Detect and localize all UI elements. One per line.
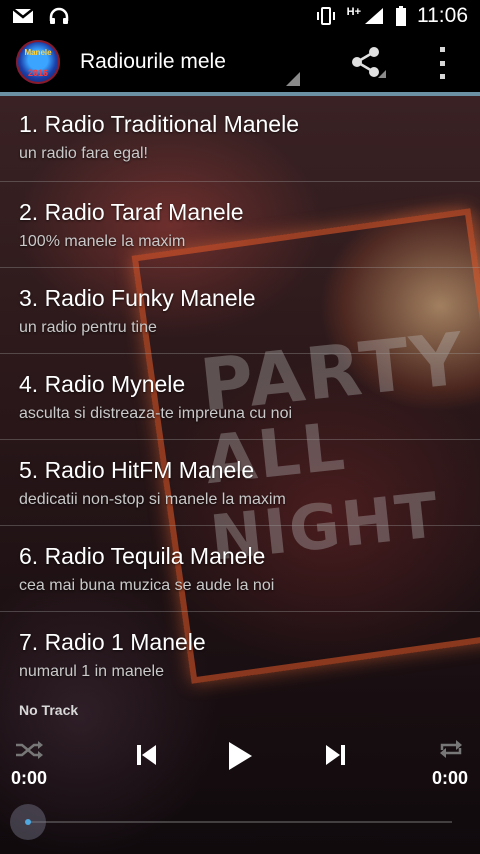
battery-icon (396, 6, 406, 26)
station-description: cea mai buna muzica se aude la noi (19, 577, 275, 594)
headset-icon (49, 7, 69, 24)
station-item[interactable]: 4. Radio Mynele asculta si distreaza-te … (0, 354, 480, 440)
station-item[interactable]: 2. Radio Taraf Manele 100% manele la max… (0, 182, 480, 268)
station-list: 1. Radio Traditional Manele un radio far… (0, 96, 480, 698)
station-name: 7. Radio 1 Manele (19, 629, 206, 655)
station-item[interactable]: 3. Radio Funky Manele un radio pentru ti… (0, 268, 480, 354)
shuffle-icon[interactable] (14, 740, 44, 760)
station-description: dedicatii non-stop si manele la maxim (19, 491, 286, 508)
clock: 11:06 (417, 4, 468, 27)
gmail-icon (12, 8, 34, 23)
overflow-menu-icon[interactable] (436, 47, 448, 79)
station-name: 4. Radio Mynele (19, 371, 186, 397)
app-logo-icon[interactable]: Manele 2016 (16, 40, 60, 84)
station-item[interactable]: 5. Radio HitFM Manele dedicatii non-stop… (0, 440, 480, 526)
player-panel: No Track (0, 698, 480, 854)
station-description: un radio fara egal! (19, 145, 148, 162)
station-name: 6. Radio Tequila Manele (19, 543, 266, 569)
station-description: asculta si distreaza-te impreuna cu noi (19, 405, 293, 422)
station-name: 5. Radio HitFM Manele (19, 457, 255, 483)
vibrate-icon (316, 7, 335, 25)
station-name: 3. Radio Funky Manele (19, 285, 256, 311)
spinner-indicator-icon (286, 72, 300, 86)
station-item[interactable]: 7. Radio 1 Manele numarul 1 in manele (0, 612, 480, 698)
seek-bar[interactable] (28, 821, 452, 823)
seek-handle[interactable] (10, 804, 46, 840)
title-spinner[interactable]: Radiourile mele (80, 32, 300, 92)
status-bar: H+ 11:06 (0, 0, 480, 32)
track-title: No Track (19, 702, 79, 718)
network-type-label: H+ (346, 6, 361, 18)
repeat-icon[interactable] (438, 738, 464, 760)
page-title: Radiourile mele (80, 50, 226, 73)
action-bar: Manele 2016 Radiourile mele (0, 32, 480, 92)
share-submenu-indicator-icon (378, 70, 386, 78)
station-name: 1. Radio Traditional Manele (19, 111, 299, 137)
signal-icon (365, 8, 383, 24)
station-description: un radio pentru tine (19, 319, 157, 336)
next-icon[interactable] (322, 742, 348, 768)
station-item[interactable]: 1. Radio Traditional Manele un radio far… (0, 96, 480, 182)
total-time: 0:00 (432, 768, 469, 788)
play-icon[interactable] (226, 740, 254, 772)
station-item[interactable]: 6. Radio Tequila Manele cea mai buna muz… (0, 526, 480, 612)
station-description: numarul 1 in manele (19, 663, 164, 680)
station-description: 100% manele la maxim (19, 233, 186, 250)
station-name: 2. Radio Taraf Manele (19, 199, 244, 225)
elapsed-time: 0:00 (11, 768, 48, 788)
previous-icon[interactable] (134, 742, 160, 768)
